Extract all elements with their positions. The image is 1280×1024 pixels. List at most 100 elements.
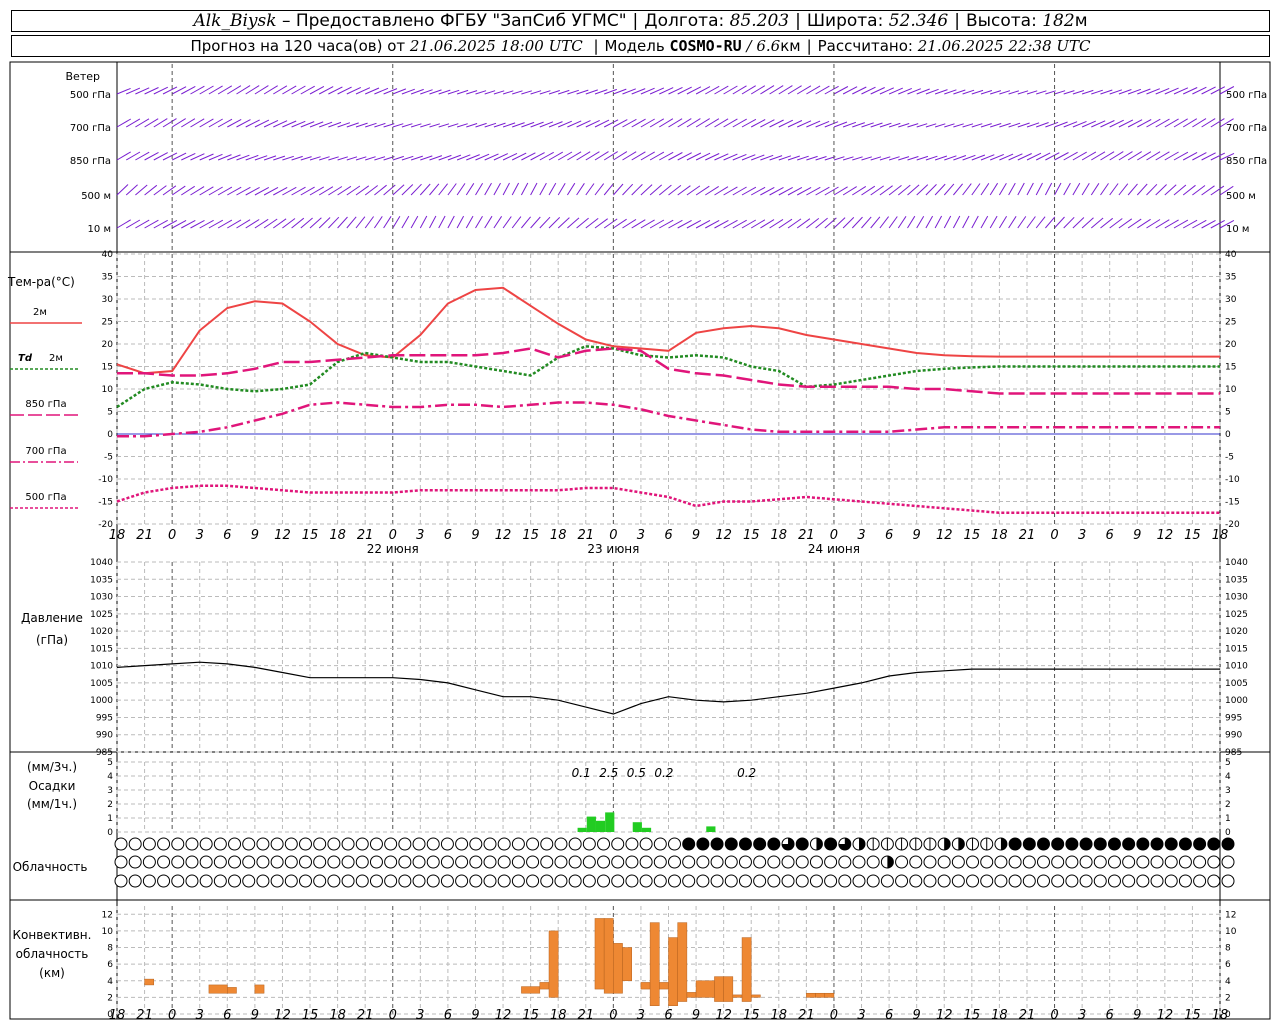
- pressure-tick-label: 1000: [90, 696, 113, 706]
- legend-850: 850 гПа: [25, 399, 66, 410]
- cloud-symbol: [1136, 855, 1150, 869]
- cloud-symbol: [1065, 874, 1079, 888]
- x-tick-label: 3: [857, 1008, 865, 1023]
- x-tick-label: 0: [168, 528, 176, 543]
- cloud-symbol: [327, 837, 341, 851]
- cloud-symbol: [384, 837, 398, 851]
- pressure-tick-label: 1010: [1225, 662, 1248, 672]
- x-tick-label: 9: [1133, 528, 1141, 543]
- x-tick-label: 12: [495, 528, 512, 543]
- cloud-symbol: [824, 874, 838, 888]
- conv-bar: [594, 918, 605, 990]
- cloud-symbol: [398, 874, 412, 888]
- legend-500: 500 гПа: [25, 492, 66, 503]
- cloud-symbol: [270, 874, 284, 888]
- cloud-symbol: [880, 874, 894, 888]
- x-tick-label: 6: [223, 1008, 231, 1023]
- precip-tick-label: 4: [1225, 772, 1231, 782]
- cloud-symbol: [455, 874, 469, 888]
- conv-bar: [649, 922, 660, 1006]
- conv-bar: [815, 992, 826, 998]
- conv-bar: [659, 982, 669, 990]
- cloud-symbol: [128, 855, 142, 869]
- cloud-symbol: [426, 855, 440, 869]
- conv-bar: [677, 922, 688, 1002]
- cloud-symbol: [1093, 874, 1107, 888]
- cloud-symbol: [284, 837, 298, 851]
- cloud-symbol: [1221, 855, 1235, 869]
- x-tick-label: 12: [936, 528, 953, 543]
- cloud-symbol: [171, 855, 185, 869]
- cloud-symbol: [355, 874, 369, 888]
- cloud-symbol: [540, 837, 554, 851]
- precip-total-label: 0.2: [737, 766, 756, 780]
- cloud-symbol: [199, 855, 213, 869]
- pressure-tick-label: 990: [96, 731, 113, 741]
- cloud-symbol: [1178, 855, 1192, 869]
- cloud-symbol: [696, 874, 710, 888]
- wind-level-label: 850 гПа: [1226, 156, 1267, 167]
- cloud-symbol: [710, 874, 724, 888]
- cloud-symbol: [256, 837, 270, 851]
- cloud-symbol: [724, 855, 738, 869]
- cloud-symbol: [923, 855, 937, 869]
- cloud-symbol: [398, 855, 412, 869]
- temp-tick-label: 0: [107, 430, 113, 440]
- cloud-symbol: [966, 855, 980, 869]
- conv-tick-label: 4: [107, 977, 113, 987]
- cloud-symbol: [455, 837, 469, 851]
- x-tick-label: 0: [830, 1008, 838, 1023]
- temp-tick-label: 10: [102, 385, 114, 395]
- cloud-symbol: [483, 855, 497, 869]
- wind-level-label: 10 м: [88, 224, 111, 235]
- x-tick-label: 21: [1019, 528, 1036, 543]
- date-label: 22 июня: [367, 542, 419, 556]
- cloud-symbol: [795, 855, 809, 869]
- x-tick-label: 6: [444, 528, 452, 543]
- cloud-symbol: [256, 855, 270, 869]
- cloud-symbol: [1136, 874, 1150, 888]
- temp-tick-label: 15: [102, 363, 113, 373]
- cloud-symbol: [171, 837, 185, 851]
- conv-bar: [603, 918, 614, 994]
- cloud-symbol: [824, 855, 838, 869]
- temp-tick-label: 25: [1225, 318, 1236, 328]
- temp-tick-label: -15: [98, 498, 113, 508]
- x-tick-label: 18: [991, 528, 1008, 543]
- cloud-symbol: [682, 874, 696, 888]
- cloud-symbol: [157, 855, 171, 869]
- precip-total-label: 0.2: [654, 766, 673, 780]
- cloud-symbol-fill: [1065, 838, 1078, 850]
- temp-tick-label: 35: [102, 273, 113, 283]
- conv-bar: [668, 937, 678, 1006]
- cloud-symbol: [497, 855, 511, 869]
- cloud-symbol: [568, 855, 582, 869]
- pressure-tick-label: 1025: [90, 610, 113, 620]
- cloud-symbol: [284, 874, 298, 888]
- cloud-symbol: [724, 874, 738, 888]
- temp-axis-title: Тем-ра(°C): [7, 275, 75, 289]
- x-tick-label: 0: [609, 528, 617, 543]
- temp-tick-label: 5: [107, 408, 113, 418]
- temp-tick-label: -10: [98, 475, 113, 485]
- x-tick-label: 15: [302, 1008, 319, 1023]
- wind-level-label: 500 гПа: [70, 90, 111, 101]
- cloud-symbol: [582, 837, 596, 851]
- pressure-title: Давление: [21, 611, 83, 625]
- cloud-symbol-fill: [887, 856, 894, 868]
- pressure-tick-label: 1030: [1225, 593, 1248, 603]
- cloud-symbol: [483, 837, 497, 851]
- x-tick-label: 15: [743, 1008, 760, 1023]
- cloud-symbol: [582, 874, 596, 888]
- precip-tick-label: 5: [107, 758, 113, 768]
- cloud-symbol-fill: [1037, 838, 1050, 850]
- cloud-symbol: [469, 874, 483, 888]
- cloud-symbol-fill: [1179, 838, 1192, 850]
- pressure-tick-label: 1020: [90, 627, 113, 637]
- conv-bar: [208, 984, 228, 994]
- temp-tick-label: -15: [1225, 498, 1240, 508]
- cloud-symbol: [909, 855, 923, 869]
- cloud-symbol: [540, 874, 554, 888]
- cloud-symbol: [1022, 874, 1036, 888]
- precip-tick-label: 2: [107, 800, 113, 810]
